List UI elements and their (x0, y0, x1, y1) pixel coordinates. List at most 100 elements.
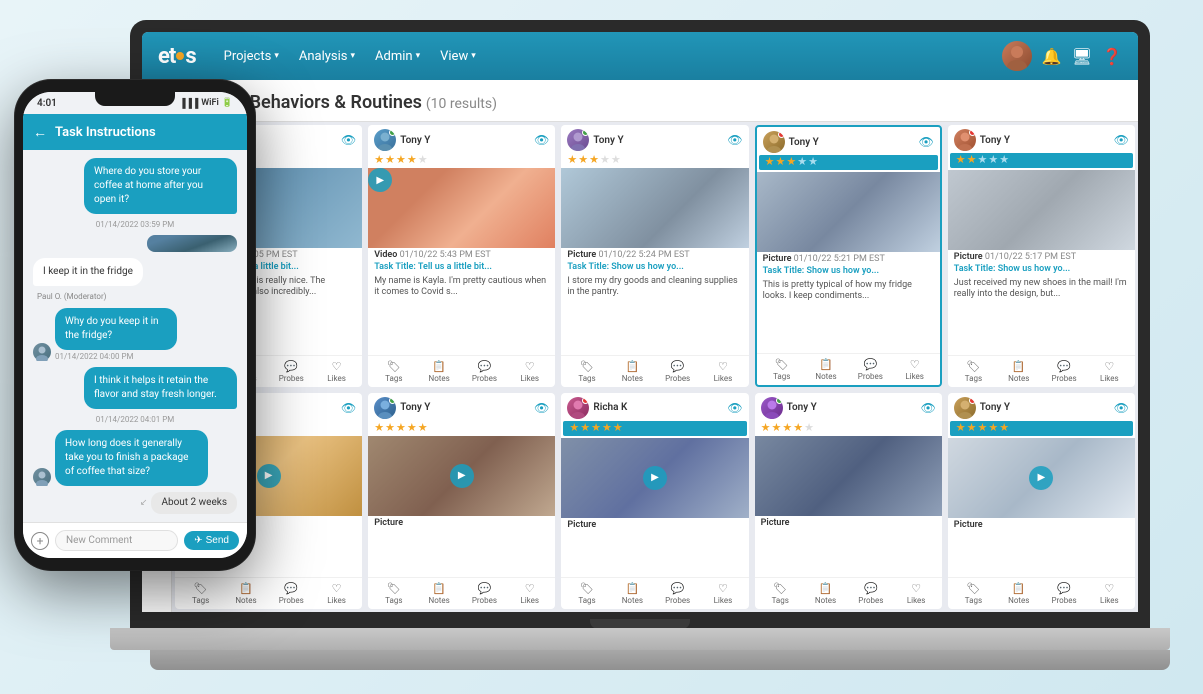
visibility-icon[interactable]: 👁 (727, 133, 742, 147)
nav-view[interactable]: View ▾ (432, 45, 484, 68)
probes-button[interactable]: 💬Probes (463, 359, 506, 384)
card-meta: Picture 01/10/22 5:21 PM EST (757, 252, 940, 266)
mod-message-row-2: How long does it generally take you to f… (33, 430, 237, 486)
probes-button[interactable]: 💬Probes (463, 581, 506, 606)
probes-button[interactable]: 💬Probes (270, 359, 313, 384)
back-button[interactable]: ← (33, 124, 47, 141)
user-avatar[interactable] (1002, 41, 1032, 71)
likes-button[interactable]: ♡Likes (701, 581, 744, 606)
likes-button[interactable]: ♡Likes (315, 359, 358, 384)
nav-right: 🔔 🖥 ❓ (1002, 41, 1122, 71)
comment-input[interactable]: New Comment (55, 530, 178, 551)
star-rating: ★★★★★ (563, 421, 746, 436)
visibility-icon[interactable]: 👁 (534, 401, 549, 415)
nav-projects[interactable]: Projects ▾ (216, 45, 287, 68)
card-2-5[interactable]: Tony Y 👁 ★★★★★ ▶ Picture 🏷Tags 📋Notes (948, 393, 1135, 609)
tags-button[interactable]: 🏷Tags (179, 581, 222, 606)
probes-button[interactable]: 💬Probes (849, 581, 892, 606)
play-button[interactable]: ▶ (1029, 466, 1053, 490)
notes-button[interactable]: 📋Notes (611, 581, 654, 606)
play-button[interactable]: ▶ (257, 464, 281, 488)
tags-button[interactable]: 🏷Tags (372, 581, 415, 606)
probes-button[interactable]: 💬Probes (656, 581, 699, 606)
notes-button[interactable]: 📋Notes (997, 359, 1040, 384)
tags-button[interactable]: 🏷Tags (372, 359, 415, 384)
monitor-icon[interactable]: 🖥 (1072, 47, 1092, 66)
notes-button[interactable]: 📋Notes (805, 357, 847, 382)
card-2-2[interactable]: Tony Y 👁 ★★★★★ ▶ Picture 🏷Tags 📋Notes (368, 393, 555, 609)
likes-button[interactable]: ♡Likes (894, 581, 937, 606)
notes-button[interactable]: 📋Notes (417, 359, 460, 384)
likes-button[interactable]: ♡Likes (1088, 581, 1131, 606)
task-title: Task Title: Show us how yo... (948, 264, 1135, 278)
likes-button[interactable]: ♡Likes (1088, 359, 1131, 384)
nav-admin[interactable]: Admin ▾ (367, 45, 428, 68)
likes-button[interactable]: ♡Likes (508, 359, 551, 384)
card-header: Tony Y 👁 (368, 393, 555, 421)
nav-analysis[interactable]: Analysis ▾ (291, 45, 363, 68)
phone-nav-title: Task Instructions (55, 125, 156, 140)
probes-button[interactable]: 💬Probes (656, 359, 699, 384)
bell-icon[interactable]: 🔔 (1042, 47, 1062, 66)
notes-button[interactable]: 📋Notes (417, 581, 460, 606)
notes-button[interactable]: 📋Notes (224, 581, 267, 606)
probes-button[interactable]: 💬Probes (849, 357, 891, 382)
probes-button[interactable]: 💬Probes (1042, 359, 1085, 384)
notes-button[interactable]: 📋Notes (611, 359, 654, 384)
add-attachment-button[interactable]: + (31, 532, 49, 550)
star-rating: ★★★★★ (950, 421, 1133, 436)
send-label: Send (206, 535, 229, 546)
message-image (147, 235, 237, 252)
mod-time-1: 01/14/2022 04:00 PM (55, 352, 218, 361)
help-icon[interactable]: ❓ (1102, 47, 1122, 66)
card-1-5[interactable]: Tony Y 👁 ★★★★★ Picture 01/10/22 5:17 PM … (948, 125, 1135, 387)
visibility-icon[interactable]: 👁 (919, 135, 934, 149)
visibility-icon[interactable]: 👁 (1114, 133, 1129, 147)
probes-button[interactable]: 💬Probes (1042, 581, 1085, 606)
navbar: e t s Projects ▾ Analysis ▾ Admin (142, 32, 1138, 80)
likes-button[interactable]: ♡Likes (315, 581, 358, 606)
visibility-icon[interactable]: 👁 (534, 133, 549, 147)
logo-dot (176, 52, 184, 60)
mod-question-1: Why do you keep it in the fridge? (55, 308, 177, 350)
card-image (757, 172, 940, 252)
phone-status-right: ▐▐▐ WiFi 🔋 (179, 98, 233, 109)
card-1-3[interactable]: Tony Y 👁 ★★★★★ Picture 01/10/22 5:24 PM … (561, 125, 748, 387)
visibility-icon[interactable]: 👁 (341, 133, 356, 147)
notes-button[interactable]: 📋Notes (804, 581, 847, 606)
phone-nav: ← Task Instructions (23, 114, 247, 150)
card-actions: 🏷Tags 📋Notes 💬Probes ♡Likes (948, 355, 1135, 387)
play-button[interactable]: ▶ (450, 464, 474, 488)
comment-input-placeholder: New Comment (66, 535, 132, 546)
tags-button[interactable]: 🏷Tags (952, 581, 995, 606)
tags-button[interactable]: 🏷Tags (761, 357, 803, 382)
likes-button[interactable]: ♡Likes (893, 357, 935, 382)
card-1-2[interactable]: Tony Y 👁 ★★★★★ ▶ Video 01/10/22 5:43 PM … (368, 125, 555, 387)
visibility-icon[interactable]: 👁 (341, 401, 356, 415)
likes-button[interactable]: ♡Likes (508, 581, 551, 606)
notes-button[interactable]: 📋Notes (997, 581, 1040, 606)
send-icon: ✈ (194, 535, 202, 546)
status-dot (776, 397, 783, 404)
card-meta: Picture 01/10/22 5:24 PM EST (561, 248, 748, 262)
tags-button[interactable]: 🏷Tags (565, 581, 608, 606)
mod-avatar-1 (33, 343, 51, 361)
likes-button[interactable]: ♡Likes (701, 359, 744, 384)
card-2-4[interactable]: Tony Y 👁 ★★★★★ Picture 🏷Tags 📋Notes 💬Pro… (755, 393, 942, 609)
send-button[interactable]: ✈ Send (184, 531, 239, 550)
play-button[interactable]: ▶ (643, 466, 667, 490)
card-1-4[interactable]: Tony Y 👁 ★★★★★ Picture 01/10/22 5:21 PM … (755, 125, 942, 387)
visibility-icon[interactable]: 👁 (921, 401, 936, 415)
play-button[interactable]: ▶ (368, 168, 392, 192)
tags-button[interactable]: 🏷Tags (565, 359, 608, 384)
card-avatar (567, 129, 589, 151)
tags-button[interactable]: 🏷Tags (759, 581, 802, 606)
tags-button[interactable]: 🏷Tags (952, 359, 995, 384)
card-2-3[interactable]: Richa K 👁 ★★★★★ ▶ Picture 🏷Tags 📋Note (561, 393, 748, 609)
card-avatar (374, 129, 396, 151)
visibility-icon[interactable]: 👁 (727, 401, 742, 415)
probes-button[interactable]: 💬Probes (270, 581, 313, 606)
card-header: Tony Y 👁 (948, 125, 1135, 153)
logo-s: s (185, 44, 195, 69)
visibility-icon[interactable]: 👁 (1114, 401, 1129, 415)
